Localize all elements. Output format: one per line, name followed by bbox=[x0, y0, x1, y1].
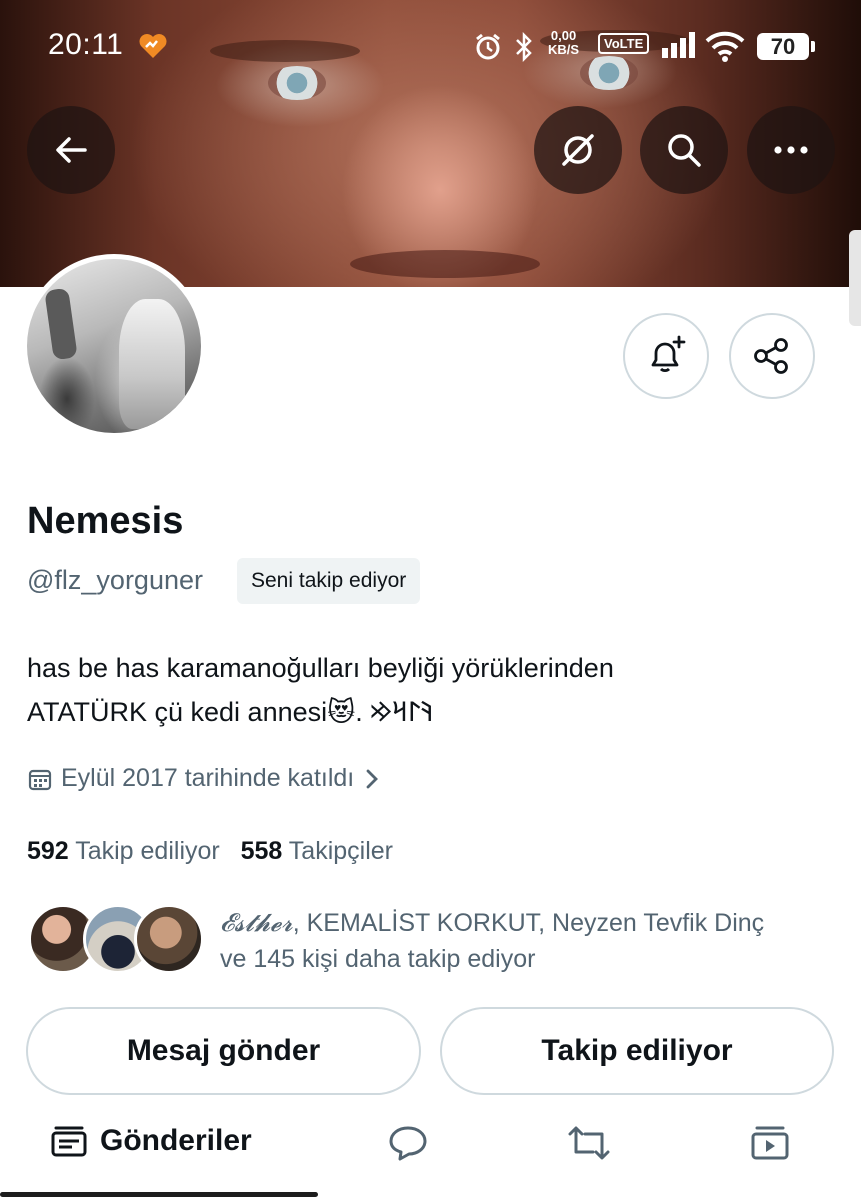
translate-button[interactable] bbox=[534, 106, 622, 194]
chevron-right-icon bbox=[366, 769, 379, 788]
following-count: 592 bbox=[27, 837, 69, 865]
reply-icon bbox=[389, 1126, 427, 1161]
mutual-more: ve 145 kişi daha takip ediyor bbox=[220, 945, 536, 973]
wifi-icon bbox=[705, 31, 745, 62]
mutual-followers-text[interactable]: 𝓔𝓼𝓽𝓱𝓮𝓻, KEMALİST KORKUT, Neyzen Tevfik D… bbox=[220, 905, 840, 977]
status-bar: 20:11 0,00 KB/S VoLTE 70 bbox=[0, 20, 861, 76]
media-icon bbox=[751, 1126, 789, 1160]
share-button[interactable] bbox=[729, 313, 815, 399]
bio: has be has karamanoğulları beyliği yörük… bbox=[27, 646, 827, 734]
tab-posts-label: Gönderiler bbox=[100, 1124, 252, 1157]
no-translate-icon bbox=[562, 134, 594, 166]
avatar-image bbox=[27, 259, 201, 433]
more-button[interactable] bbox=[747, 106, 835, 194]
following-link[interactable]: 592 Takip ediliyor bbox=[27, 837, 220, 865]
share-icon bbox=[754, 338, 788, 374]
message-button[interactable]: Mesaj gönder bbox=[26, 1007, 421, 1095]
search-icon bbox=[668, 134, 701, 167]
user-handle: @flz_yorguner bbox=[27, 565, 203, 595]
battery-indicator: 70 bbox=[757, 33, 815, 60]
scrollbar[interactable] bbox=[849, 230, 861, 326]
search-button[interactable] bbox=[640, 106, 728, 194]
bluetooth-icon bbox=[516, 32, 532, 62]
profile-tabs: Gönderiler bbox=[0, 1110, 861, 1200]
banner-detail bbox=[350, 250, 540, 278]
more-icon bbox=[774, 146, 808, 154]
tab-replies[interactable] bbox=[388, 1124, 428, 1162]
mutual-names: , KEMALİST KORKUT, Neyzen Tevfik Dinç bbox=[292, 909, 765, 937]
joined-label: Eylül 2017 tarihinde katıldı bbox=[61, 764, 355, 792]
avatar[interactable] bbox=[22, 254, 206, 438]
bell-plus-icon bbox=[651, 335, 686, 372]
bio-line: ATATÜRK çü kedi annesi😻. 𐰚𐰃𐰺𐰢 bbox=[27, 697, 434, 727]
notifications-button[interactable] bbox=[623, 313, 709, 399]
following-label: Takip ediliyor bbox=[75, 837, 220, 865]
avatar-detail bbox=[44, 287, 78, 361]
followers-label: Takipçiler bbox=[288, 837, 393, 865]
signal-icon bbox=[662, 32, 695, 58]
avatar-detail bbox=[119, 299, 185, 429]
heart-app-icon bbox=[139, 34, 167, 58]
followers-count: 558 bbox=[240, 837, 283, 865]
back-button[interactable] bbox=[27, 106, 115, 194]
tab-posts[interactable]: Gönderiler bbox=[50, 1124, 252, 1158]
following-button[interactable]: Takip ediliyor bbox=[440, 1007, 834, 1095]
mutual-name: 𝓔𝓼𝓽𝓱𝓮𝓻 bbox=[220, 908, 293, 937]
calendar-icon bbox=[28, 769, 52, 790]
joined-date[interactable]: Eylül 2017 tarihinde katıldı bbox=[27, 764, 382, 793]
followers-link[interactable]: 558 Takipçiler bbox=[241, 837, 393, 865]
bio-line: has be has karamanoğulları beyliği yörük… bbox=[27, 653, 614, 683]
active-tab-indicator bbox=[0, 1192, 318, 1197]
mutual-avatar[interactable] bbox=[134, 904, 204, 974]
retweet-icon bbox=[568, 1126, 610, 1160]
clock: 20:11 bbox=[48, 28, 124, 61]
tab-media[interactable] bbox=[750, 1124, 790, 1162]
posts-icon bbox=[51, 1126, 87, 1157]
alarm-icon bbox=[476, 33, 500, 60]
network-speed: 0,00 KB/S bbox=[548, 28, 580, 57]
follows-you-badge: Seni takip ediyor bbox=[237, 558, 421, 604]
display-name: Nemesis bbox=[27, 500, 184, 542]
back-arrow-icon bbox=[56, 137, 87, 163]
tab-reposts[interactable] bbox=[567, 1124, 611, 1162]
volte-badge: VoLTE bbox=[598, 33, 650, 54]
follow-stats: 592 Takip ediliyor 558 Takipçiler bbox=[27, 837, 393, 866]
